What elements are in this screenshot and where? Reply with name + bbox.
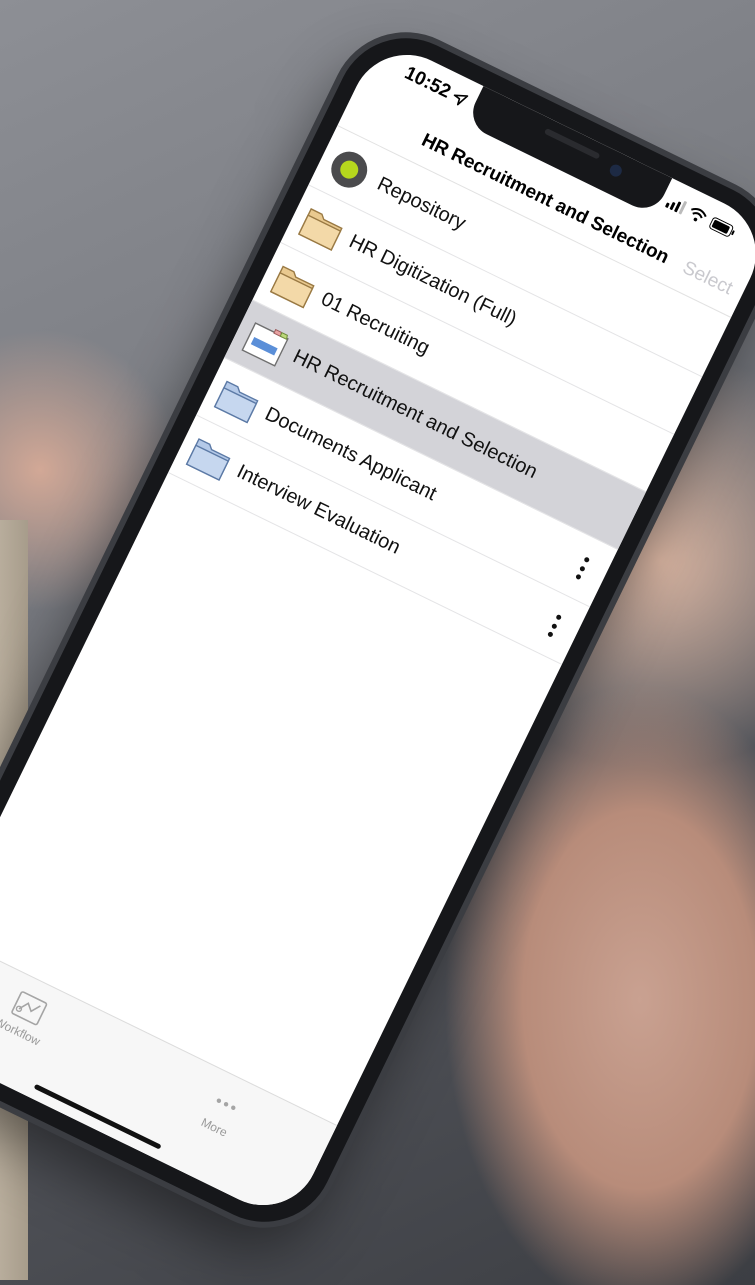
status-time: 10:52 xyxy=(401,63,471,112)
status-time-text: 10:52 xyxy=(401,62,455,103)
folder-blue-icon xyxy=(185,438,231,481)
location-arrow-icon xyxy=(453,94,468,106)
cellular-signal-icon xyxy=(664,194,688,215)
register-folder-icon xyxy=(241,322,289,367)
more-options-icon[interactable] xyxy=(566,549,598,587)
status-icons xyxy=(664,194,738,239)
repository-status-icon xyxy=(325,145,374,194)
tab-workflow[interactable]: Workflow xyxy=(0,975,76,1058)
speaker-grille xyxy=(543,127,601,160)
tab-more[interactable]: More xyxy=(171,1071,273,1154)
more-options-icon[interactable] xyxy=(538,607,570,645)
folder-blue-icon xyxy=(213,380,259,424)
battery-icon xyxy=(709,217,735,237)
select-button[interactable]: Select xyxy=(679,257,736,300)
front-camera xyxy=(607,162,624,179)
folder-tan-icon xyxy=(297,208,343,251)
wifi-icon xyxy=(691,208,707,222)
folder-tan-icon xyxy=(269,265,315,309)
